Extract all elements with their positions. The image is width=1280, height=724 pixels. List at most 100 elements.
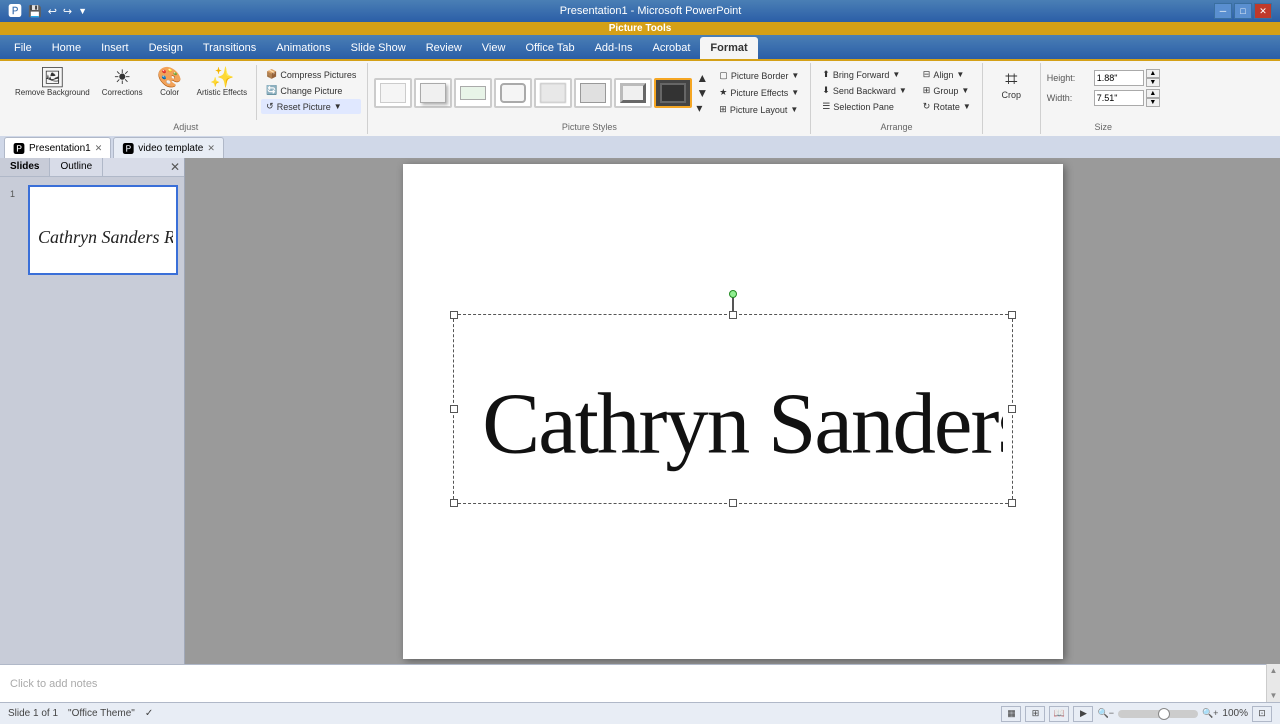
tab-animations[interactable]: Animations [266,37,340,59]
picture-layout-icon: ⊞ [719,104,727,115]
group-button[interactable]: ⊞ Group ▼ [918,83,976,98]
bring-forward-icon: ⬆ [822,69,830,80]
bring-forward-button[interactable]: ⬆ Bring Forward ▼ [817,67,912,82]
tab-acrobat[interactable]: Acrobat [642,37,700,59]
height-input[interactable] [1094,70,1144,86]
doc-tab-presentation1[interactable]: 🅿 Presentation1 ✕ [4,137,111,159]
pic-style-6[interactable] [574,78,612,108]
slide-sorter-button[interactable]: ⊞ [1025,706,1045,722]
picture-styles-group: ▲ ▼ ▾ ▢ Picture Border ▼ ★ Picture Effec… [368,63,811,134]
handle-mr[interactable] [1008,405,1016,413]
panel-close-button[interactable]: ✕ [166,158,184,176]
close-button[interactable]: ✕ [1254,3,1272,19]
reset-picture-button[interactable]: ↺ Reset Picture ▼ [261,99,361,114]
tab-officetab[interactable]: Office Tab [515,37,584,59]
outline-tab[interactable]: Outline [50,158,103,176]
fit-slide-button[interactable]: ⊡ [1252,706,1272,722]
handle-bl[interactable] [450,499,458,507]
selection-pane-button[interactable]: ☰ Selection Pane [817,99,912,114]
zoom-slider[interactable] [1118,710,1198,718]
crop-button[interactable]: ⌗ Crop [989,65,1034,103]
tab-home[interactable]: Home [42,37,91,59]
quick-access-undo[interactable]: ↩ [48,5,57,18]
styles-more-arrow[interactable]: ▾ [696,101,708,115]
width-down[interactable]: ▼ [1146,98,1160,107]
quick-access-redo[interactable]: ↪ [63,5,72,18]
handle-br[interactable] [1008,499,1016,507]
slide-thumbnail-1[interactable]: Cathryn Sanders Road [28,185,178,275]
slide-info: Slide 1 of 1 [8,708,58,719]
picture-layout-button[interactable]: ⊞ Picture Layout ▼ [714,102,804,117]
tab-view[interactable]: View [472,37,516,59]
send-backward-button[interactable]: ⬇ Send Backward ▼ [817,83,912,98]
pic-style-5[interactable] [534,78,572,108]
tab-review[interactable]: Review [416,37,472,59]
slides-tab[interactable]: Slides [0,158,50,176]
compress-pictures-button[interactable]: 📦 Compress Pictures [261,67,361,82]
slide-canvas[interactable]: Cathryn Sanders Road [403,164,1063,659]
artistic-effects-icon: ✨ [209,68,234,88]
picture-effects-button[interactable]: ★ Picture Effects ▼ [714,85,804,100]
rotate-icon: ↻ [923,101,931,112]
zoom-thumb[interactable] [1158,708,1170,720]
slide-tabs: Slides Outline ✕ [0,158,184,177]
height-up[interactable]: ▲ [1146,69,1160,78]
scrollbar-up[interactable]: ▲ [1270,666,1278,675]
tab-design[interactable]: Design [139,37,193,59]
close-tab-presentation1[interactable]: ✕ [95,143,103,154]
styles-down-arrow[interactable]: ▼ [696,86,708,100]
corrections-icon: ☀ [113,68,131,88]
crop-icon: ⌗ [1005,68,1017,90]
scrollbar-down[interactable]: ▼ [1270,691,1278,700]
tab-insert[interactable]: Insert [91,37,139,59]
tab-slideshow[interactable]: Slide Show [341,37,416,59]
pic-style-7[interactable] [614,78,652,108]
zoom-in-icon[interactable]: 🔍+ [1202,708,1218,719]
width-input[interactable] [1094,90,1144,106]
quick-access-save[interactable]: 💾 [28,5,42,18]
quick-access-dropdown[interactable]: ▼ [78,6,87,16]
maximize-button[interactable]: □ [1234,3,1252,19]
pic-style-2[interactable] [414,78,452,108]
pic-style-1[interactable] [374,78,412,108]
slideshow-button[interactable]: ▶ [1073,706,1093,722]
remove-background-button[interactable]: 🖼 Remove Background [10,65,95,100]
size-label: Size [1095,120,1113,132]
tab-transitions[interactable]: Transitions [193,37,266,59]
title-text: Presentation1 - Microsoft PowerPoint [560,5,742,17]
rotate-button[interactable]: ↻ Rotate ▼ [918,99,976,114]
minimize-button[interactable]: ─ [1214,3,1232,19]
doc-tab-video-template[interactable]: 🅿 video template ✕ [113,137,224,159]
tab-format[interactable]: Format [700,37,757,59]
zoom-out-icon[interactable]: 🔍− [1097,708,1113,719]
handle-ml[interactable] [450,405,458,413]
artistic-effects-button[interactable]: ✨ Artistic Effects [192,65,253,100]
handle-bm[interactable] [729,499,737,507]
height-down[interactable]: ▼ [1146,78,1160,87]
change-picture-button[interactable]: 🔄 Change Picture [261,83,361,98]
handle-tm[interactable] [729,311,737,319]
corrections-button[interactable]: ☀ Corrections [97,65,148,100]
handle-tl[interactable] [450,311,458,319]
notes-area[interactable]: Click to add notes [0,664,1266,702]
pic-style-4[interactable] [494,78,532,108]
notes-scrollbar[interactable]: ▲ ▼ [1266,664,1280,702]
reading-view-button[interactable]: 📖 [1049,706,1069,722]
styles-up-arrow[interactable]: ▲ [696,71,708,85]
selected-image[interactable]: Cathryn Sanders Road [453,314,1013,504]
handle-tr[interactable] [1008,311,1016,319]
main-area: Slides Outline ✕ 1 Cathryn Sanders Road [0,158,1280,664]
width-up[interactable]: ▲ [1146,89,1160,98]
align-button[interactable]: ⊟ Align ▼ [918,67,976,82]
tab-addins[interactable]: Add-Ins [585,37,643,59]
normal-view-button[interactable]: ▦ [1001,706,1021,722]
width-label: Width: [1047,93,1092,103]
color-button[interactable]: 🎨 Color [150,65,190,100]
change-picture-icon: 🔄 [266,85,277,96]
tab-file[interactable]: File [4,37,42,59]
handle-rotate[interactable] [729,290,737,298]
pic-style-8[interactable] [654,78,692,108]
close-tab-video-template[interactable]: ✕ [207,143,215,154]
pic-style-3[interactable] [454,78,492,108]
picture-border-button[interactable]: ▢ Picture Border ▼ [714,68,804,83]
